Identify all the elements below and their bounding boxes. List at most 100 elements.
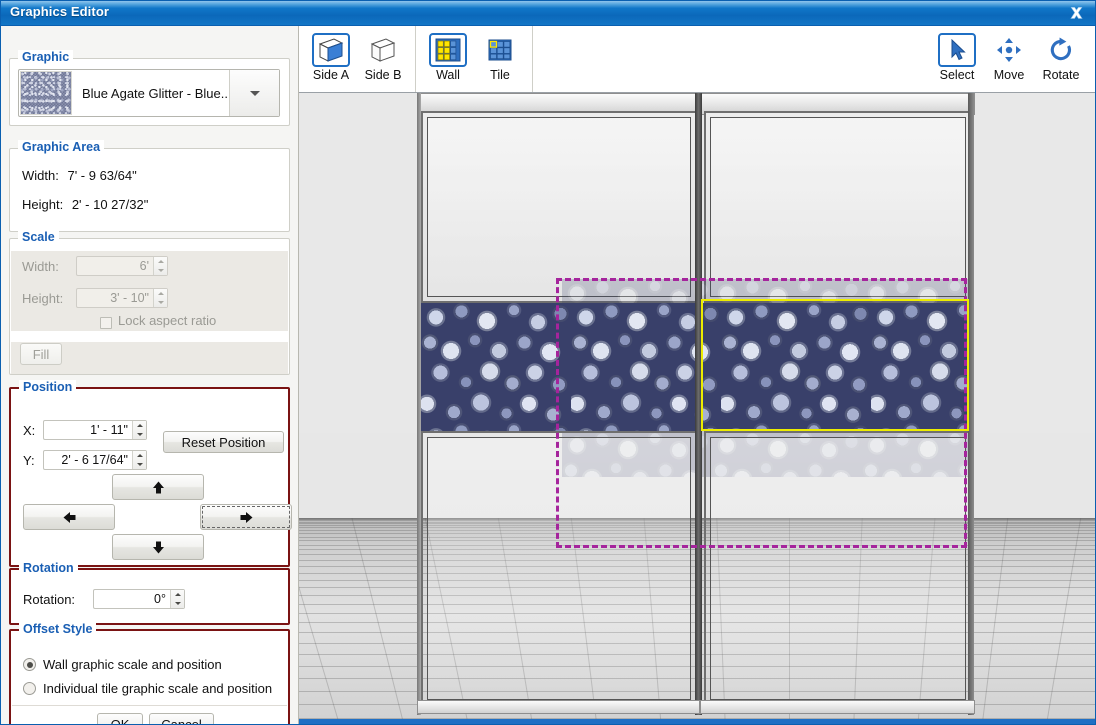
wall-sill-right xyxy=(700,700,975,714)
reset-position-button[interactable]: Reset Position xyxy=(163,431,284,453)
nudge-down-button[interactable] xyxy=(112,534,204,560)
wall-sill-left xyxy=(417,700,700,714)
graphic-area-width-value: 7' - 9 63/64" xyxy=(67,168,137,183)
cube-side-a-icon xyxy=(312,33,350,67)
position-x-input[interactable]: 1' - 11" xyxy=(43,420,147,440)
ok-button[interactable]: OK xyxy=(97,713,143,724)
upper-panel-glass-right xyxy=(710,117,966,297)
offset-style-option-tile[interactable]: Individual tile graphic scale and positi… xyxy=(23,681,272,696)
rotate-icon xyxy=(1042,33,1080,67)
agate-texture-ghost-top xyxy=(562,279,972,303)
wall-grid-icon xyxy=(429,33,467,67)
floor-gridline-h xyxy=(299,718,1095,719)
rotation-group: Rotation Rotation: 0° xyxy=(9,561,290,625)
graphic-area-height: Height: 2' - 10 27/32" xyxy=(22,197,148,212)
lock-aspect-ratio-label: Lock aspect ratio xyxy=(118,313,217,328)
position-x-value: 1' - 11" xyxy=(90,423,128,437)
right-post xyxy=(968,93,974,715)
scale-width-label: Width: xyxy=(22,259,59,274)
graphic-selector-combo[interactable]: Blue Agate Glitter - Blue... xyxy=(18,69,280,117)
tool-tile-label: Tile xyxy=(490,68,510,82)
position-y-label: Y: xyxy=(23,453,35,468)
graphic-group: Graphic Blue Agate Glitter - Blue... xyxy=(9,50,290,126)
preview-panel: Side A Side B Wall Tile Select Move Rota… xyxy=(299,26,1095,724)
tool-rotate[interactable]: Rotate xyxy=(1035,30,1087,82)
tool-wall-label: Wall xyxy=(436,68,460,82)
title-bar: Graphics Editor xyxy=(1,1,1095,26)
reset-position-label: Reset Position xyxy=(181,434,266,450)
fill-button-label: Fill xyxy=(32,346,50,362)
tile-grid-icon xyxy=(481,33,519,67)
rotation-group-legend: Rotation xyxy=(19,561,78,575)
offset-style-option-tile-label: Individual tile graphic scale and positi… xyxy=(43,681,273,696)
scale-group-legend: Scale xyxy=(18,230,59,244)
position-group-legend: Position xyxy=(19,380,77,394)
arrow-down-icon xyxy=(152,541,164,553)
3d-wall-preview[interactable] xyxy=(299,93,1095,719)
window-title: Graphics Editor xyxy=(10,4,110,19)
upper-panel-glass-left xyxy=(427,117,691,297)
scale-group: Scale Width: 6' Height: 3' - 10" Lock as… xyxy=(9,230,290,375)
center-mullion xyxy=(695,93,702,715)
left-post xyxy=(417,93,421,715)
tool-rotate-label: Rotate xyxy=(1042,68,1080,82)
scale-height-input[interactable]: 3' - 10" xyxy=(76,288,168,308)
position-y-input[interactable]: 2' - 6 17/64" xyxy=(43,450,147,470)
cancel-button-label: Cancel xyxy=(161,717,201,724)
position-x-stepper[interactable] xyxy=(132,421,146,439)
nudge-up-button[interactable] xyxy=(112,474,204,500)
radio-individual-tile[interactable] xyxy=(23,682,36,695)
graphic-selected-label: Blue Agate Glitter - Blue... xyxy=(82,85,229,101)
scale-width-input[interactable]: 6' xyxy=(76,256,168,276)
position-y-stepper[interactable] xyxy=(132,451,146,469)
fill-button[interactable]: Fill xyxy=(20,343,62,365)
radio-wall-graphic[interactable] xyxy=(23,658,36,671)
graphic-area-legend: Graphic Area xyxy=(18,140,105,154)
scale-height-value: 3' - 10" xyxy=(110,291,149,305)
scale-width-stepper[interactable] xyxy=(153,257,167,275)
graphic-group-legend: Graphic xyxy=(18,50,74,64)
graphic-area-height-value: 2' - 10 27/32" xyxy=(71,197,149,212)
offset-style-option-wall-label: Wall graphic scale and position xyxy=(43,657,222,672)
rotation-stepper[interactable] xyxy=(170,590,184,608)
offset-style-legend: Offset Style xyxy=(19,622,97,636)
tool-select[interactable]: Select xyxy=(931,30,983,82)
arrow-left-icon xyxy=(63,511,75,523)
status-bar xyxy=(299,719,1095,724)
tool-side-a[interactable]: Side A xyxy=(305,30,357,82)
arrow-up-icon xyxy=(152,481,164,493)
tool-side-b-label: Side B xyxy=(364,68,402,82)
cursor-arrow-icon xyxy=(938,33,976,67)
offset-style-option-wall[interactable]: Wall graphic scale and position xyxy=(23,657,222,672)
tool-move[interactable]: Move xyxy=(983,30,1035,82)
tool-side-b[interactable]: Side B xyxy=(357,30,409,82)
graphic-area-width-label: Width: xyxy=(22,168,59,183)
tool-side-a-label: Side A xyxy=(312,68,350,82)
cube-side-b-icon xyxy=(364,33,402,67)
settings-panel: Graphic Blue Agate Glitter - Blue... Gra… xyxy=(1,26,299,724)
tool-move-label: Move xyxy=(993,68,1025,82)
upper-panel-right xyxy=(704,111,972,303)
move-arrows-icon xyxy=(990,33,1028,67)
graphic-ghost-top xyxy=(562,279,972,303)
nudge-left-button[interactable] xyxy=(23,504,115,530)
tool-tile[interactable]: Tile xyxy=(474,30,526,82)
nudge-right-button[interactable] xyxy=(200,504,292,530)
cancel-button[interactable]: Cancel xyxy=(149,713,214,724)
lower-panel-glass-right xyxy=(710,437,966,700)
graphic-area-width: Width: 7' - 9 63/64" xyxy=(22,168,137,183)
view-target-group: Wall Tile xyxy=(416,26,533,92)
chevron-down-icon[interactable] xyxy=(229,70,279,116)
tool-wall[interactable]: Wall xyxy=(422,30,474,82)
blue-agate-glitter-swatch xyxy=(20,71,72,115)
lock-aspect-ratio-checkbox[interactable] xyxy=(100,317,112,329)
scale-height-label: Height: xyxy=(22,291,64,306)
close-icon[interactable] xyxy=(1063,3,1089,23)
lower-panel-glass-left xyxy=(427,437,691,700)
scale-height-stepper[interactable] xyxy=(153,289,167,307)
ok-button-label: OK xyxy=(111,717,130,724)
rotation-input[interactable]: 0° xyxy=(93,589,185,609)
position-group: Position X: 1' - 11" Y: 2' - 6 17/64" Re… xyxy=(9,380,292,567)
position-x-label: X: xyxy=(23,423,36,438)
tool-select-label: Select xyxy=(939,68,975,82)
